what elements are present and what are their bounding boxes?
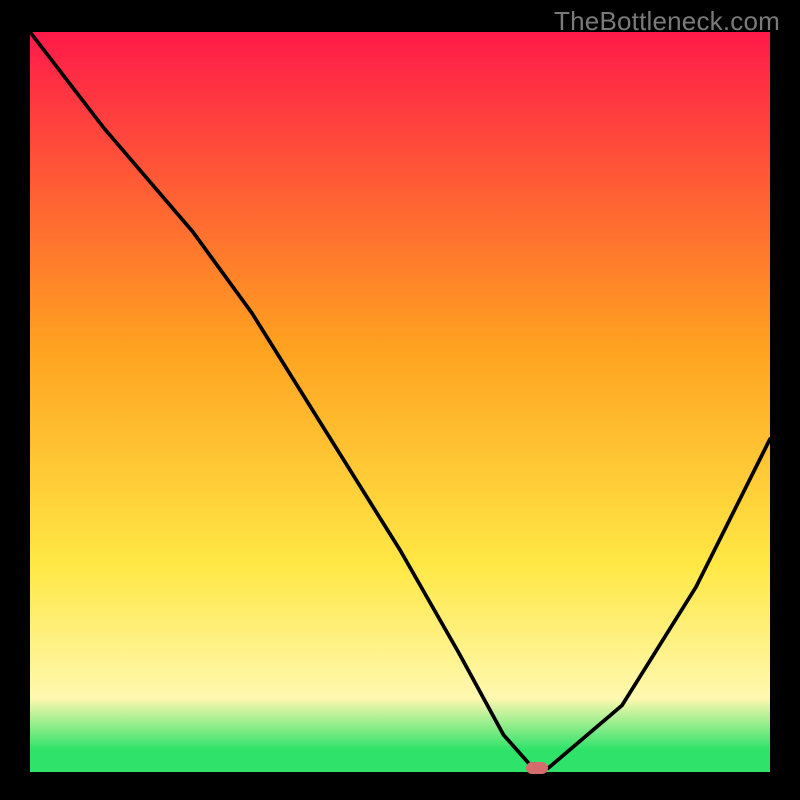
optimal-point-marker	[526, 762, 548, 774]
plot-area	[30, 32, 770, 772]
curve-svg	[30, 32, 770, 772]
chart-frame: TheBottleneck.com	[0, 0, 800, 800]
bottleneck-curve	[30, 32, 770, 768]
